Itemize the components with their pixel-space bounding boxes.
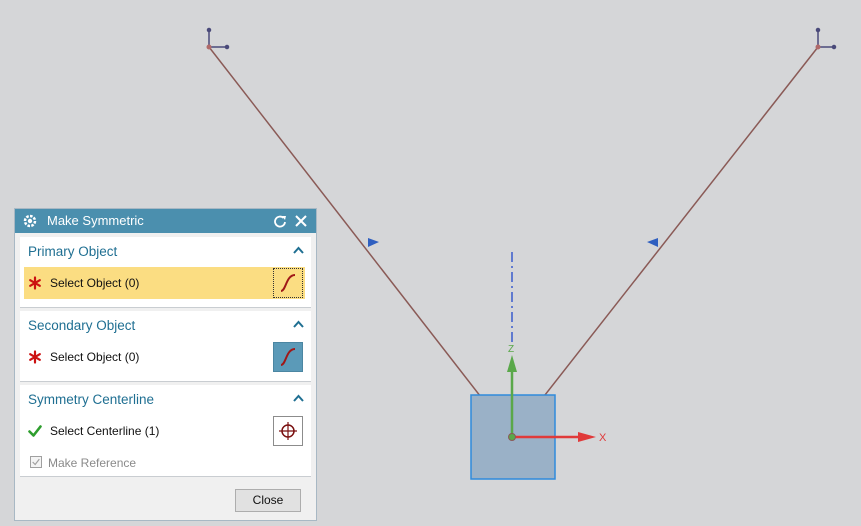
x-axis-label: X	[599, 432, 607, 444]
dialog-title: Make Symmetric	[47, 213, 144, 228]
secondary-select-label: Select Object (0)	[50, 350, 140, 364]
svg-text:Z: Z	[508, 344, 514, 355]
symmetry-centerline-title: Symmetry Centerline	[28, 392, 155, 407]
crosshair-icon	[279, 422, 297, 440]
reset-icon[interactable]	[273, 214, 287, 228]
centerline-select-point-button[interactable]	[273, 416, 303, 446]
direction-arrow-right	[647, 238, 658, 247]
secondary-select-row[interactable]: Select Object (0)	[24, 341, 305, 373]
checkmark-icon	[28, 425, 42, 437]
curve-icon	[280, 348, 296, 366]
secondary-select-curve-button[interactable]	[273, 342, 303, 372]
sketch-line-right[interactable]	[511, 46, 819, 438]
dialog-titlebar[interactable]: Make Symmetric	[15, 209, 316, 233]
endpoint-handle-right[interactable]	[815, 27, 837, 50]
origin-point[interactable]	[508, 433, 516, 441]
centerline-select-row[interactable]: Select Centerline (1)	[24, 415, 305, 447]
checkmark-icon	[32, 458, 40, 466]
chevron-up-icon[interactable]	[293, 246, 304, 255]
direction-arrow-left	[368, 238, 379, 247]
make-reference-label: Make Reference	[48, 456, 137, 470]
make-symmetric-dialog: Make Symmetric Primary Object Select Obj…	[14, 208, 317, 521]
gear-icon	[23, 214, 37, 228]
curve-icon	[280, 274, 296, 292]
asterisk-icon	[29, 276, 41, 290]
symmetry-centerline-group: Symmetry Centerline Select Centerline (1…	[20, 385, 311, 477]
asterisk-icon	[29, 350, 41, 364]
centerline-select-label: Select Centerline (1)	[50, 424, 160, 438]
secondary-object-group: Secondary Object Select Object (0)	[20, 311, 311, 382]
close-button[interactable]: Close	[235, 489, 301, 512]
chevron-up-icon[interactable]	[293, 320, 304, 329]
secondary-object-title: Secondary Object	[28, 318, 136, 333]
close-icon[interactable]	[294, 214, 308, 228]
primary-object-group: Primary Object Select Object (0)	[20, 237, 311, 308]
primary-select-curve-button[interactable]	[273, 268, 303, 298]
primary-object-title: Primary Object	[28, 244, 118, 259]
primary-select-row[interactable]: Select Object (0)	[24, 267, 305, 299]
chevron-up-icon[interactable]	[293, 394, 304, 403]
primary-select-label: Select Object (0)	[50, 276, 140, 290]
make-reference-checkbox[interactable]	[30, 456, 42, 468]
endpoint-handle-left[interactable]	[206, 27, 230, 50]
